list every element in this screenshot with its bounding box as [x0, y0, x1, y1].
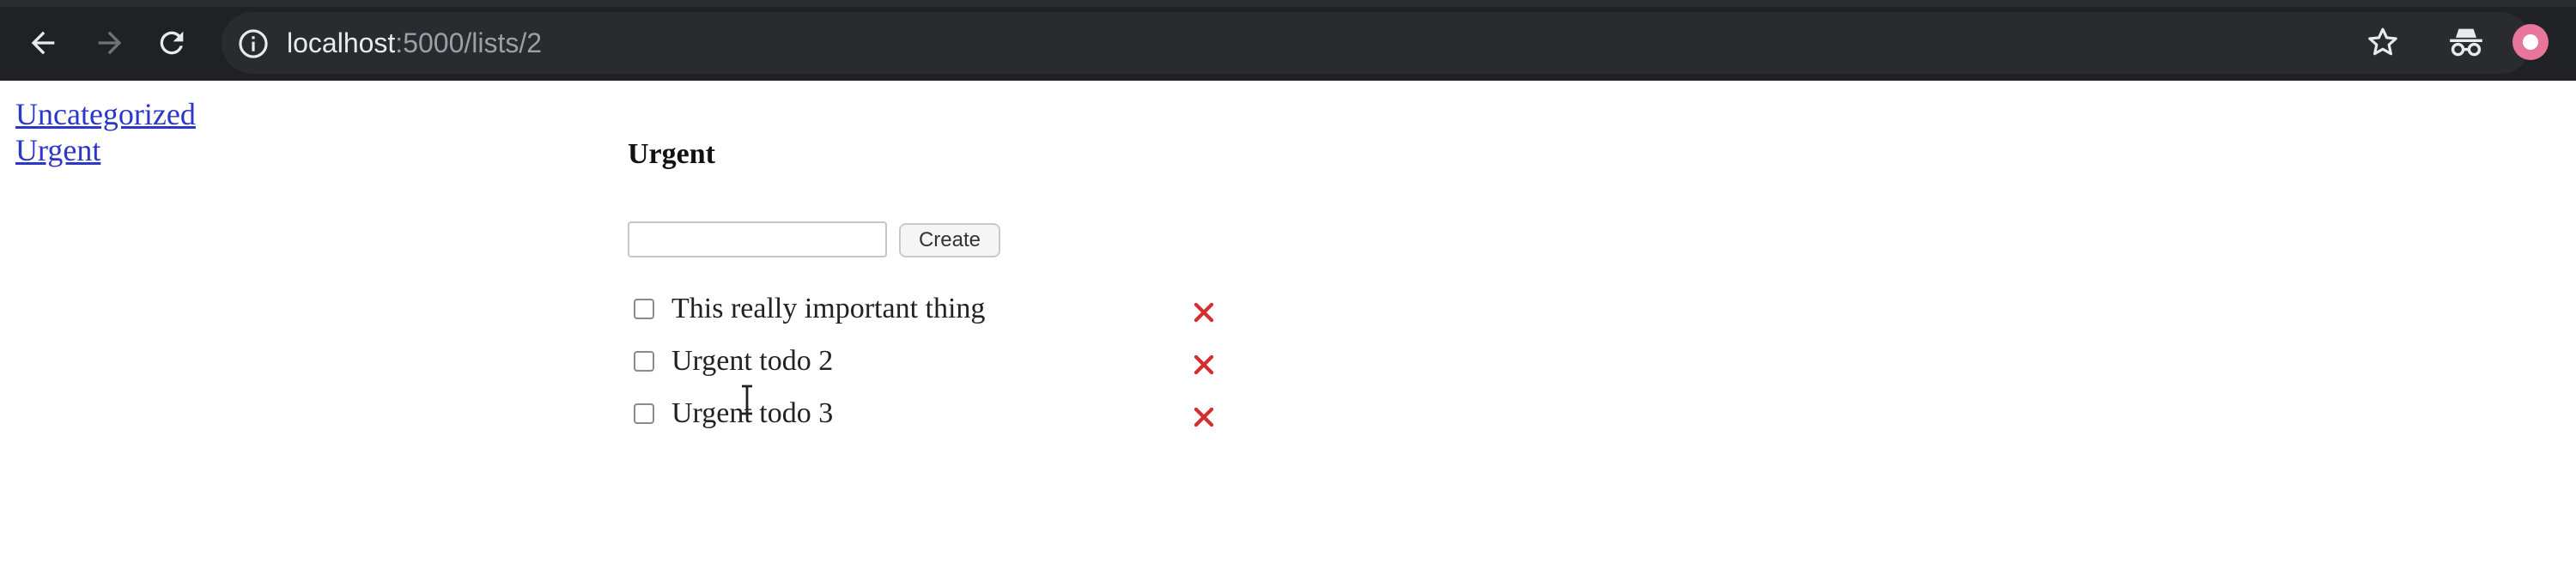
text-cursor-icon	[742, 384, 752, 415]
tab-strip-edge	[0, 0, 2576, 7]
avatar-icon[interactable]	[2512, 24, 2549, 60]
back-button[interactable]	[21, 21, 65, 65]
reload-icon	[160, 31, 184, 55]
lists-sidebar: Uncategorized Urgent	[15, 96, 196, 168]
close-x-icon	[1194, 407, 1214, 427]
delete-todo-button[interactable]	[1187, 295, 1221, 330]
arrow-left-icon	[31, 31, 55, 55]
sidebar-item-uncategorized[interactable]: Uncategorized	[15, 96, 196, 132]
delete-todo-button[interactable]	[1187, 400, 1221, 434]
todo-checkbox[interactable]	[634, 299, 654, 319]
todo-item: This really important thing	[634, 290, 1235, 328]
incognito-icon[interactable]	[2445, 24, 2487, 60]
todo-item: Urgent todo 3	[634, 395, 1235, 433]
create-button[interactable]: Create	[899, 223, 1000, 257]
forward-button[interactable]	[88, 21, 132, 65]
star-icon[interactable]	[2365, 24, 2401, 60]
url-text: localhost:5000/lists/2	[287, 26, 542, 60]
avatar-glyph	[2523, 34, 2538, 50]
todo-checkbox[interactable]	[634, 403, 654, 424]
sidebar-item-urgent[interactable]: Urgent	[15, 132, 196, 168]
list-title: Urgent	[628, 138, 715, 170]
todo-text: This really important thing	[671, 293, 986, 324]
address-bar[interactable]: localhost:5000/lists/2	[222, 12, 2531, 74]
reload-button[interactable]	[149, 21, 194, 65]
url-path: :5000/lists/2	[395, 27, 543, 58]
delete-todo-button[interactable]	[1187, 348, 1221, 382]
url-host: localhost	[287, 27, 396, 58]
todo-item: Urgent todo 2	[634, 342, 1235, 380]
close-x-icon	[1194, 354, 1214, 375]
browser-toolbar: localhost:5000/lists/2	[0, 0, 2576, 81]
todo-checkbox[interactable]	[634, 351, 654, 372]
todo-text: Urgent todo 2	[671, 345, 834, 377]
info-icon[interactable]	[237, 27, 270, 60]
arrow-right-icon	[98, 31, 122, 55]
close-x-icon	[1194, 302, 1214, 323]
new-todo-input[interactable]	[628, 221, 887, 257]
